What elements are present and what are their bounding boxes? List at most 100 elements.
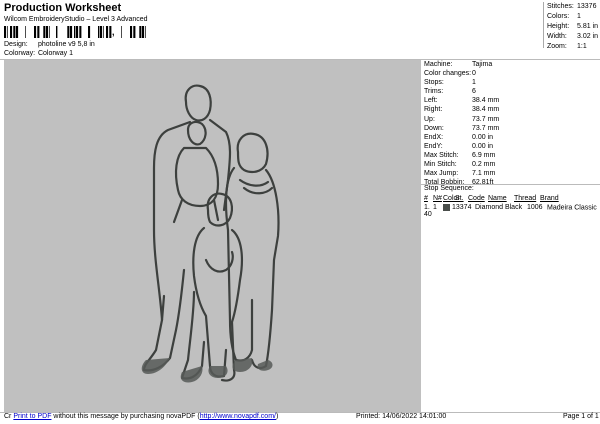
stat-row: Height: 5.81 in [544, 22, 600, 32]
barcode-bar [16, 26, 19, 38]
barcode-bar [68, 26, 70, 38]
info-row: Stops: 1 [421, 78, 600, 87]
stat-row: Colors: 1 [544, 12, 600, 22]
barcode-bar [70, 26, 73, 38]
stat-value: 5.81 in [577, 23, 599, 30]
info-value: 0.2 mm [472, 161, 496, 169]
needle-number: 1 [433, 204, 437, 212]
stat-label: Colors: [547, 13, 570, 20]
barcode-bar [13, 26, 14, 38]
barcode [4, 26, 146, 38]
info-label: Stops: [424, 79, 444, 87]
barcode-bar [145, 26, 146, 38]
colorway-value: Colorway 1 [37, 50, 73, 57]
embroidery-figure [141, 84, 280, 383]
design-label: Design: [4, 41, 28, 48]
col-header: St. [455, 195, 464, 202]
info-value: 38.4 mm [472, 97, 500, 105]
machine-info-panel: Machine: Tajima Color changes:0 Stops: 1 T… [421, 60, 600, 187]
footer-prefix: Cr [4, 413, 12, 420]
barcode-bar [106, 26, 109, 38]
print-to-pdf-link[interactable]: Print to PDF [13, 413, 51, 420]
stat-label: Height: [547, 23, 570, 30]
info-value: 6.9 mm [472, 151, 496, 159]
barcode-bar [34, 26, 37, 38]
top-stats-box: Stitches: 13376 Colors: 1 Height: 5.81 in W… [543, 2, 600, 50]
barcode-bar [76, 26, 79, 38]
barcode-bar [88, 26, 91, 38]
barcode-bar [4, 26, 7, 38]
novapdf-link[interactable]: http://www.novapdf.com/ [200, 413, 276, 420]
barcode-bar [10, 26, 13, 38]
info-value: 0 [472, 70, 476, 78]
col-header: Brand [540, 195, 559, 202]
stat-value: 1:1 [577, 43, 587, 50]
barcode-bar [46, 26, 49, 38]
col-header: Thread [514, 195, 537, 202]
info-value: 7.1 mm [472, 170, 496, 178]
barcode-bar [133, 26, 134, 38]
barcode-bar [38, 26, 40, 38]
info-value: 38.4 mm [472, 106, 500, 114]
barcode-bar [25, 26, 26, 38]
barcode-bar [121, 26, 122, 38]
stat-label: Width: [547, 33, 567, 40]
info-value: 1 [472, 79, 476, 87]
info-row: EndX: 0.00 in [421, 133, 600, 142]
page-number: Page 1 of 1 [563, 413, 599, 420]
info-label: Trims: [424, 88, 444, 96]
info-row: Min Stitch: 0.2 mm [421, 160, 600, 169]
stop-sequence-title: Stop Sequence: [424, 185, 474, 192]
barcode-bar [142, 26, 145, 38]
barcode-bar [103, 26, 104, 38]
info-row: Max Stitch: 6.9 mm [421, 151, 600, 160]
barcode-bar [56, 26, 58, 38]
info-row: Trims: 6 [421, 87, 600, 96]
barcode-bar [130, 26, 133, 38]
barcode-bar [140, 26, 142, 38]
info-label: EndX: [424, 133, 444, 141]
stop-sequence-row: 1. 1 13374 Diamond Black 1006 Madeira Classic… [424, 204, 600, 218]
barcode-bar [7, 26, 8, 38]
color-swatch [443, 204, 450, 211]
info-value: 6 [472, 88, 476, 96]
col-header: # [424, 195, 428, 202]
info-value: 73.7 mm [472, 115, 500, 123]
barcode-bar [109, 26, 110, 38]
footer-middle: without this message by purchasing novaP… [51, 413, 200, 420]
info-row: Left: 38.4 mm [421, 96, 600, 105]
col-header: Color [443, 195, 460, 202]
barcode-bar [67, 26, 68, 38]
barcode-bar [37, 26, 38, 38]
printed-date: Printed: 14/06/2022 14:01:00 [356, 413, 447, 420]
barcode-bar [43, 26, 44, 38]
info-label: Right: [424, 106, 443, 114]
barcode-bar [98, 26, 100, 38]
stat-value: 13376 [577, 3, 597, 10]
stat-row: Zoom: 1:1 [544, 42, 600, 52]
thread-name: Diamond Black [475, 204, 523, 212]
col-header: N# [433, 195, 442, 202]
info-row: Max Jump: 7.1 mm [421, 169, 600, 178]
info-label: Color changes: [424, 70, 472, 78]
stop-sequence-header: # N#ColorSt. Code Name Thread Brand [424, 195, 559, 202]
page-title: Production Worksheet [4, 2, 122, 14]
info-label: Min Stitch: [424, 161, 457, 169]
barcode-bar [100, 26, 103, 38]
info-label: Left: [424, 97, 438, 105]
col-header: Name [488, 195, 507, 202]
footer-suffix: ) [275, 413, 279, 420]
design-preview [4, 60, 421, 412]
barcode-bar [134, 26, 136, 38]
info-row: Down: 73.7 mm [421, 124, 600, 133]
info-row: Machine: Tajima [421, 60, 600, 69]
thread-code: 1006 [527, 204, 543, 212]
stat-label: Stitches: [547, 3, 574, 10]
barcode-bar [80, 26, 82, 38]
barcode-separator: , [112, 27, 115, 37]
barcode-bar [139, 26, 140, 38]
info-row: EndY: 0.00 in [421, 142, 600, 151]
colorway-row: Colorway: Colorway 1 [4, 50, 73, 57]
barcode-bar [49, 26, 50, 38]
stat-value: 1 [577, 13, 581, 20]
